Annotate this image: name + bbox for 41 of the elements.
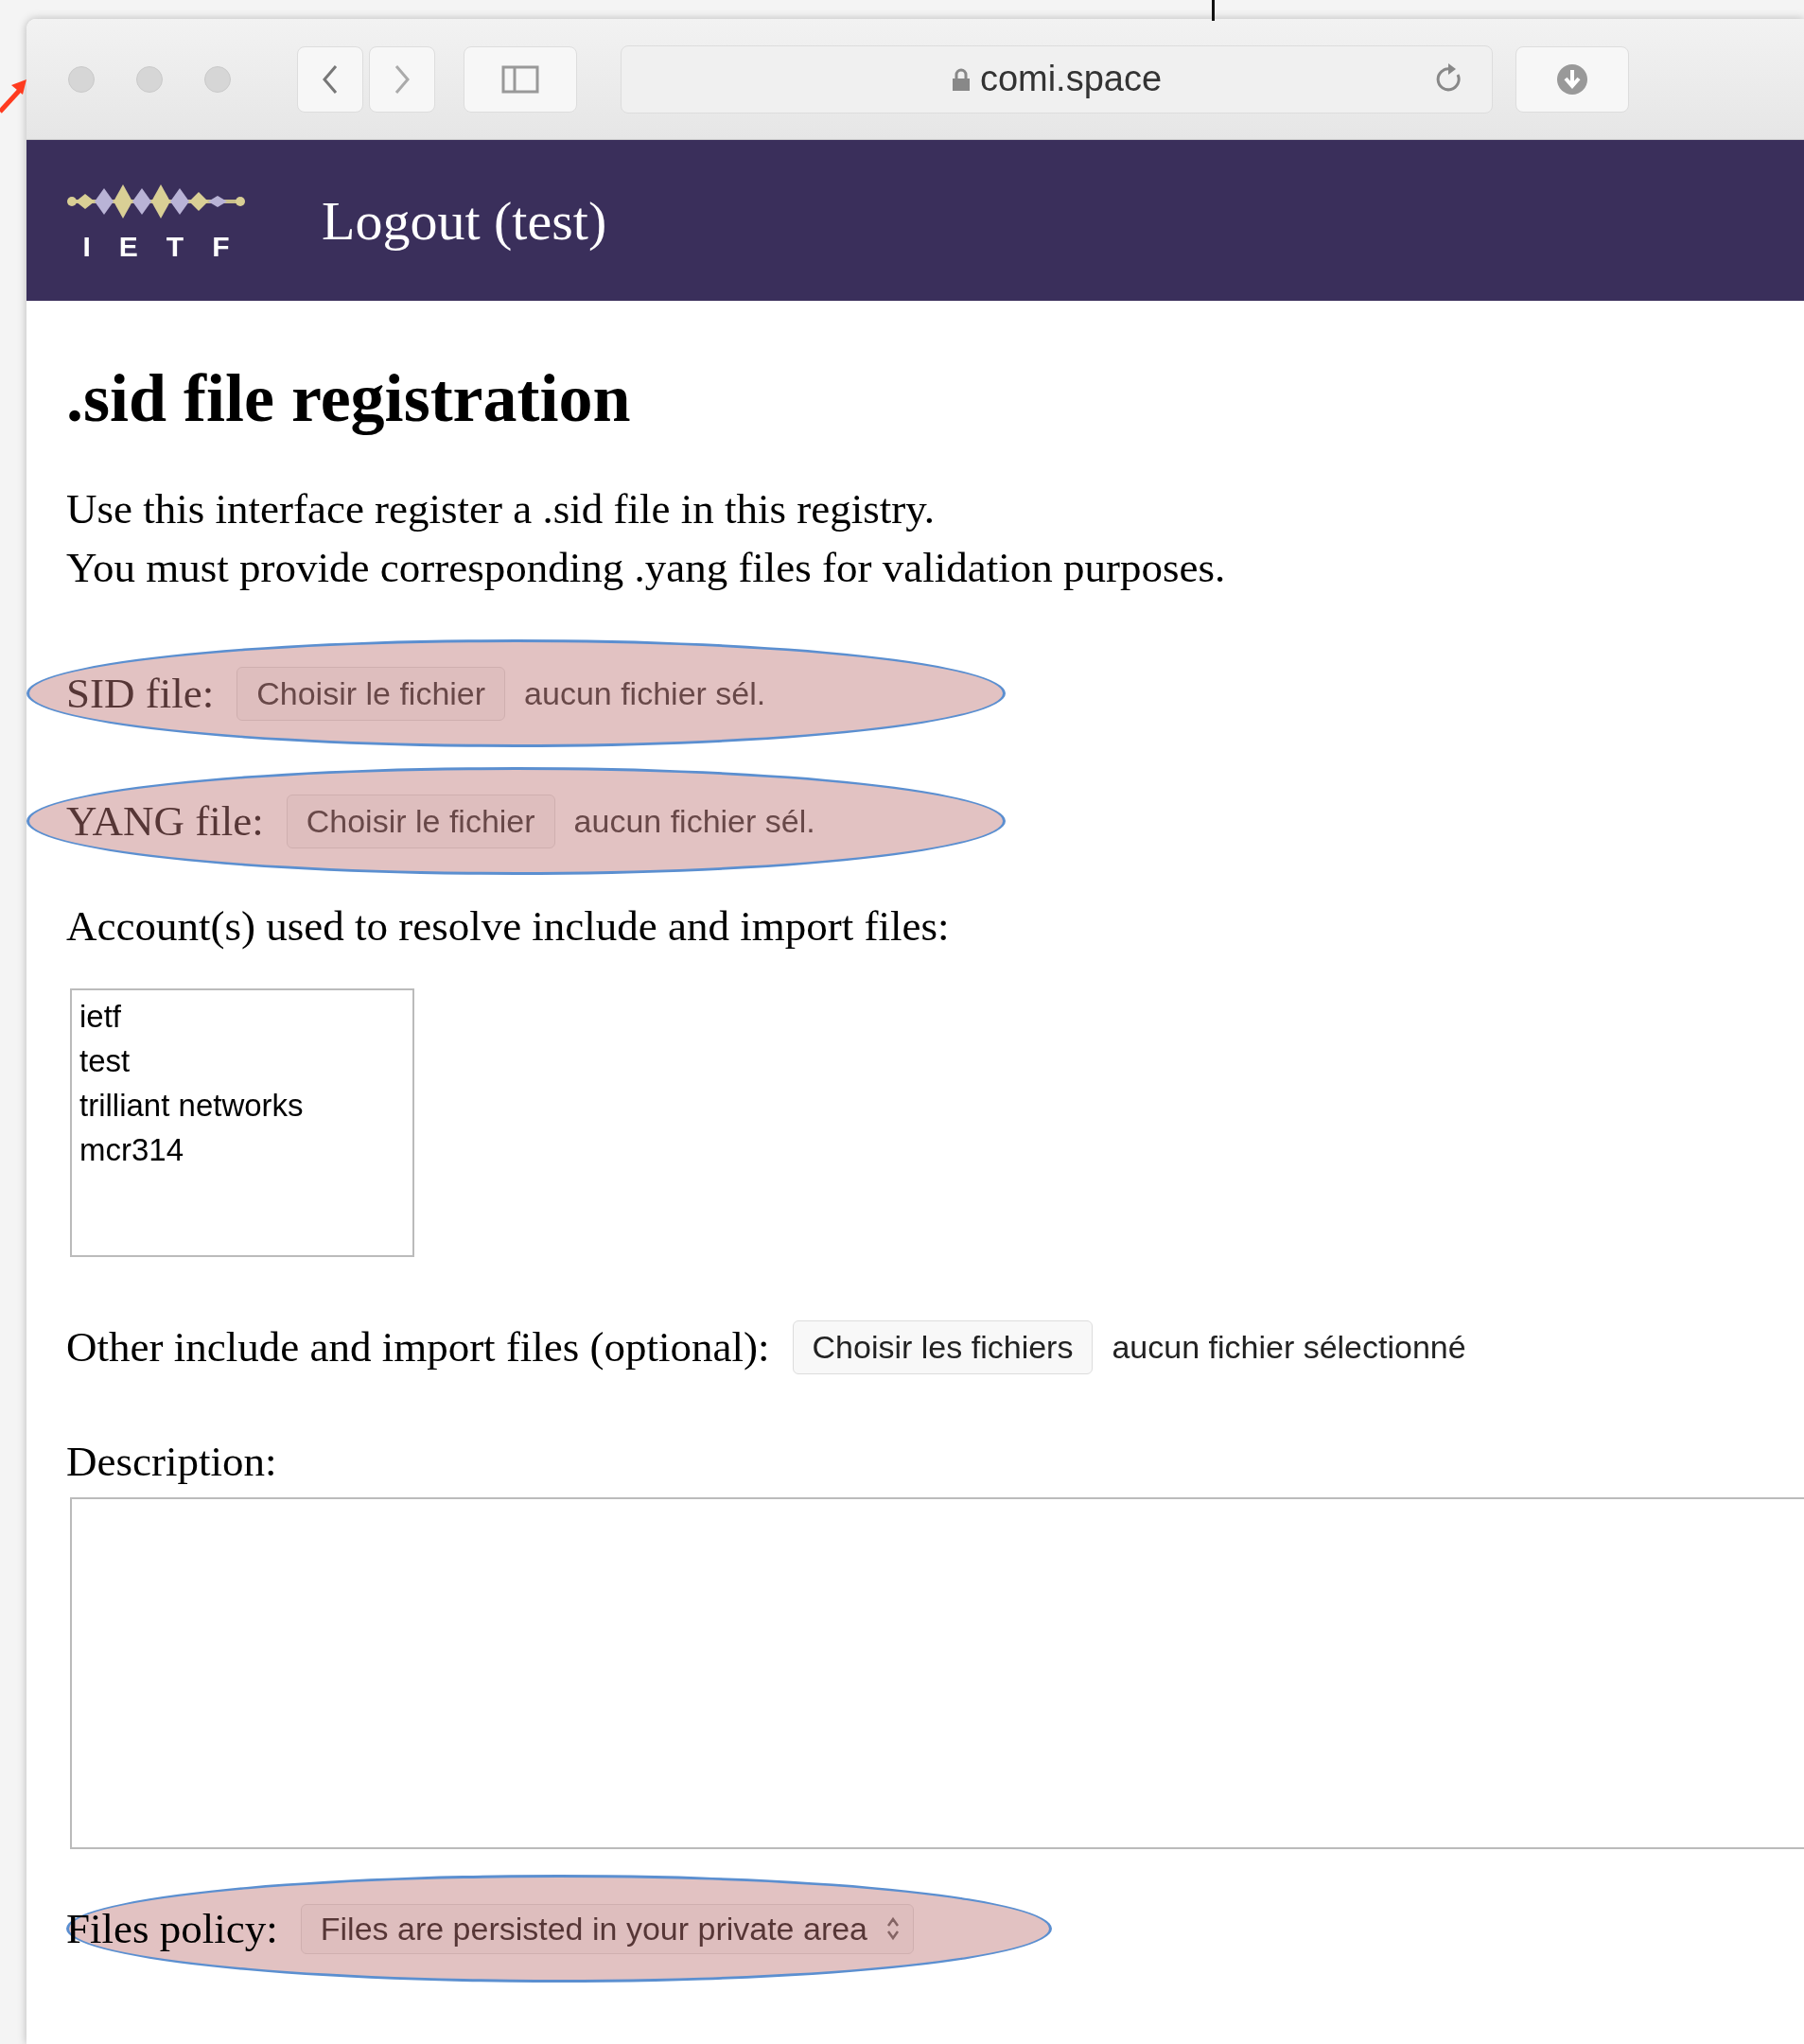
url-text: comi.space <box>979 59 1163 99</box>
file-status-text: aucun fichier sél. <box>524 674 766 712</box>
address-bar[interactable]: comi.space <box>621 44 1493 114</box>
forward-button[interactable] <box>369 45 435 113</box>
annotation-arrow <box>0 79 26 114</box>
account-listbox[interactable]: ietf test trilliant networks mcr314 <box>70 988 414 1257</box>
description-field[interactable] <box>70 1497 1804 1849</box>
file-status-text: aucun fichier sél. <box>573 802 815 840</box>
field-label: Description: <box>66 1437 277 1486</box>
intro-text: Use this interface register a .sid file in this registry. <box>66 484 937 534</box>
annotation-line <box>1212 0 1215 21</box>
policy-dropdown[interactable]: Files are persisted in your private area <box>300 1903 914 1954</box>
download-icon <box>1556 62 1588 96</box>
intro-text: You must provide corresponding .yang files for validation purposes. <box>66 543 1227 593</box>
listbox-option[interactable]: mcr314 <box>79 1127 405 1172</box>
window-control-button[interactable] <box>136 65 163 93</box>
page-heading: .sid file registration <box>66 359 632 438</box>
reload-icon[interactable] <box>1435 62 1463 94</box>
window-control-button[interactable] <box>204 65 231 93</box>
field-label: SID file: <box>66 669 215 718</box>
choose-file-button[interactable]: Choisir le fichier <box>236 666 506 721</box>
chevron-right-icon <box>393 63 412 95</box>
logout-link[interactable]: Logout (test) <box>322 188 607 253</box>
listbox-option[interactable]: ietf <box>79 994 405 1039</box>
sidebar-button[interactable] <box>464 45 577 113</box>
listbox-option[interactable]: trilliant networks <box>79 1083 405 1127</box>
field-label: Account(s) used to resolve include and import files: <box>66 901 950 951</box>
download-button[interactable] <box>1515 45 1629 113</box>
field-label: YANG file: <box>66 796 264 846</box>
listbox-option[interactable]: test <box>79 1039 405 1083</box>
lock-icon <box>951 67 971 91</box>
chevron-updown-icon <box>886 1916 900 1941</box>
choose-file-button[interactable]: Choisir le fichier <box>286 794 555 848</box>
sidebar-icon <box>501 64 539 94</box>
chevron-left-icon <box>321 63 340 95</box>
file-status-text: aucun fichier sélectionné <box>1112 1328 1466 1366</box>
window-control-button[interactable] <box>68 65 95 93</box>
choose-file-button[interactable]: Choisir les fichiers <box>792 1319 1094 1374</box>
field-label: Other include and import files (optional): <box>66 1322 770 1371</box>
back-button[interactable] <box>297 45 363 113</box>
logo-text: IETF <box>82 231 258 263</box>
